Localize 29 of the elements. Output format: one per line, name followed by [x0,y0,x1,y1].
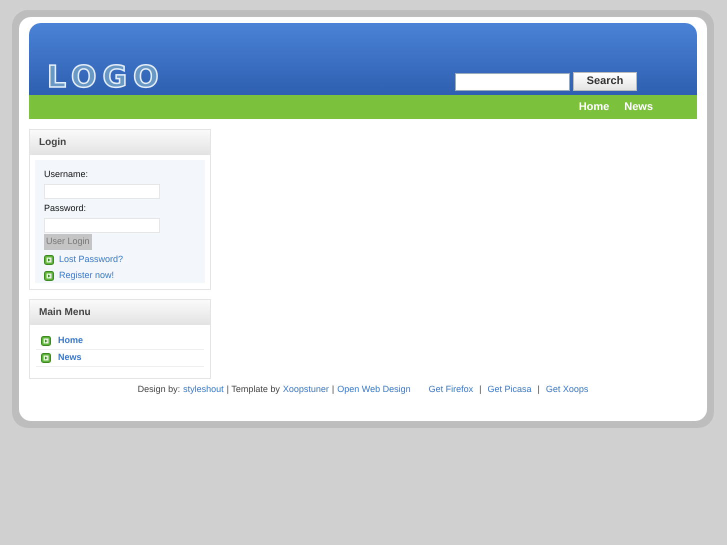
footer-text: | [479,383,482,396]
menu-link[interactable]: News [58,351,82,365]
footer-text: | Template by [226,383,280,396]
footer-link[interactable]: Open Web Design [337,383,411,396]
footer-link[interactable]: Xoopstuner [282,383,329,396]
play-bullet-icon [44,271,54,282]
panel-title: Main Menu [39,306,91,320]
footer-link[interactable]: styleshout [183,383,224,396]
footer-link[interactable]: Get Xoops [546,383,588,396]
footer-text: | [332,383,334,396]
login-link[interactable]: Lost Password? [59,252,124,266]
play-bullet-icon [41,353,51,363]
menu-link[interactable]: Home [58,334,84,348]
play-bullet-icon [44,254,54,265]
search-field[interactable] [455,72,570,90]
footer-link[interactable]: Get Picasa [488,383,532,396]
login-link[interactable]: Register now! [59,269,114,283]
play-bullet-icon [41,336,51,346]
field-label: Username: [44,168,90,181]
password-field[interactable] [44,218,160,234]
search-button[interactable]: Search [573,72,637,91]
footer-text: | [538,383,540,396]
panel-title: Login [39,136,66,150]
footer-text: Design by: [138,383,180,396]
logo: LOGO [47,63,165,93]
footer-link[interactable]: Get Firefox [428,383,474,396]
field-label: Password: [44,202,88,216]
login-button[interactable]: User Login [44,234,92,250]
username-field[interactable] [44,184,160,200]
